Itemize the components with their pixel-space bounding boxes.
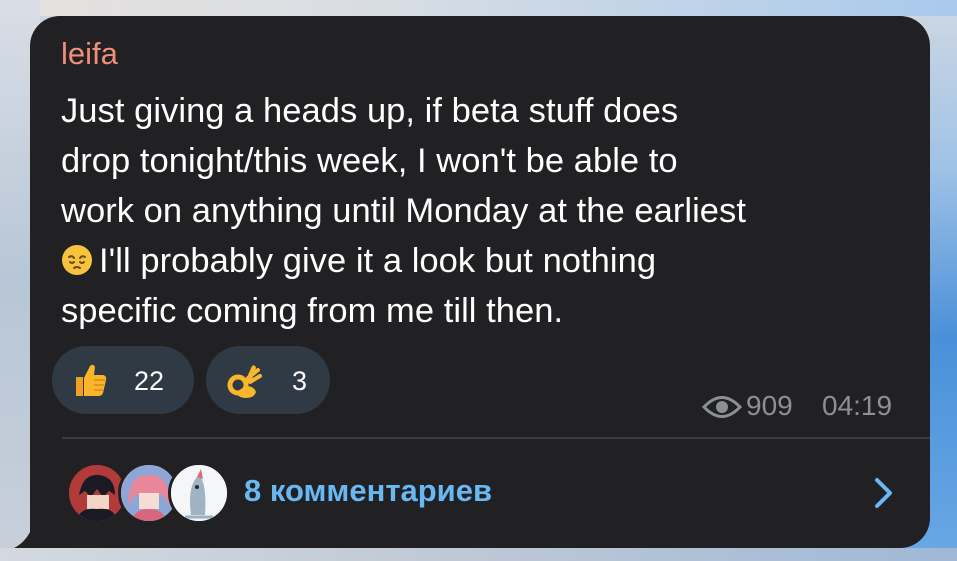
views-count: 909 xyxy=(746,390,793,421)
message-line: work on anything until Monday at the ear… xyxy=(61,192,746,230)
reaction-ok-hand[interactable]: 3 xyxy=(206,346,330,414)
comments-link[interactable]: 8 комментариев xyxy=(244,473,492,509)
background-bottom xyxy=(0,548,957,561)
message-line: Just giving a heads up, if beta stuff do… xyxy=(61,92,679,130)
message-line: I'll probably give it a look but nothing xyxy=(61,236,911,286)
chevron-right-icon[interactable] xyxy=(868,474,898,512)
message-text: Just giving a heads up, if beta stuff do… xyxy=(61,86,911,336)
divider xyxy=(62,437,930,439)
thumbs-up-icon xyxy=(76,364,107,396)
ok-hand-icon xyxy=(227,365,262,398)
reaction-count: 22 xyxy=(134,366,165,396)
author-name[interactable]: leifa xyxy=(61,36,118,72)
message-bubble[interactable]: leifa Just giving a heads up, if beta st… xyxy=(30,16,930,548)
message-line: specific coming from me till then. xyxy=(61,292,564,330)
reaction-count: 3 xyxy=(292,366,308,396)
pensive-face-emoji-icon xyxy=(62,245,92,275)
eye-icon xyxy=(702,396,742,418)
avatar xyxy=(168,462,230,524)
message-line: drop tonight/this week, I won't be able … xyxy=(61,142,678,180)
avatar-image xyxy=(69,465,125,521)
message-time: 04:19 xyxy=(822,390,893,421)
reaction-thumbs-up[interactable]: 22 xyxy=(52,346,194,414)
background-top xyxy=(0,0,957,16)
avatar-image xyxy=(171,465,227,521)
